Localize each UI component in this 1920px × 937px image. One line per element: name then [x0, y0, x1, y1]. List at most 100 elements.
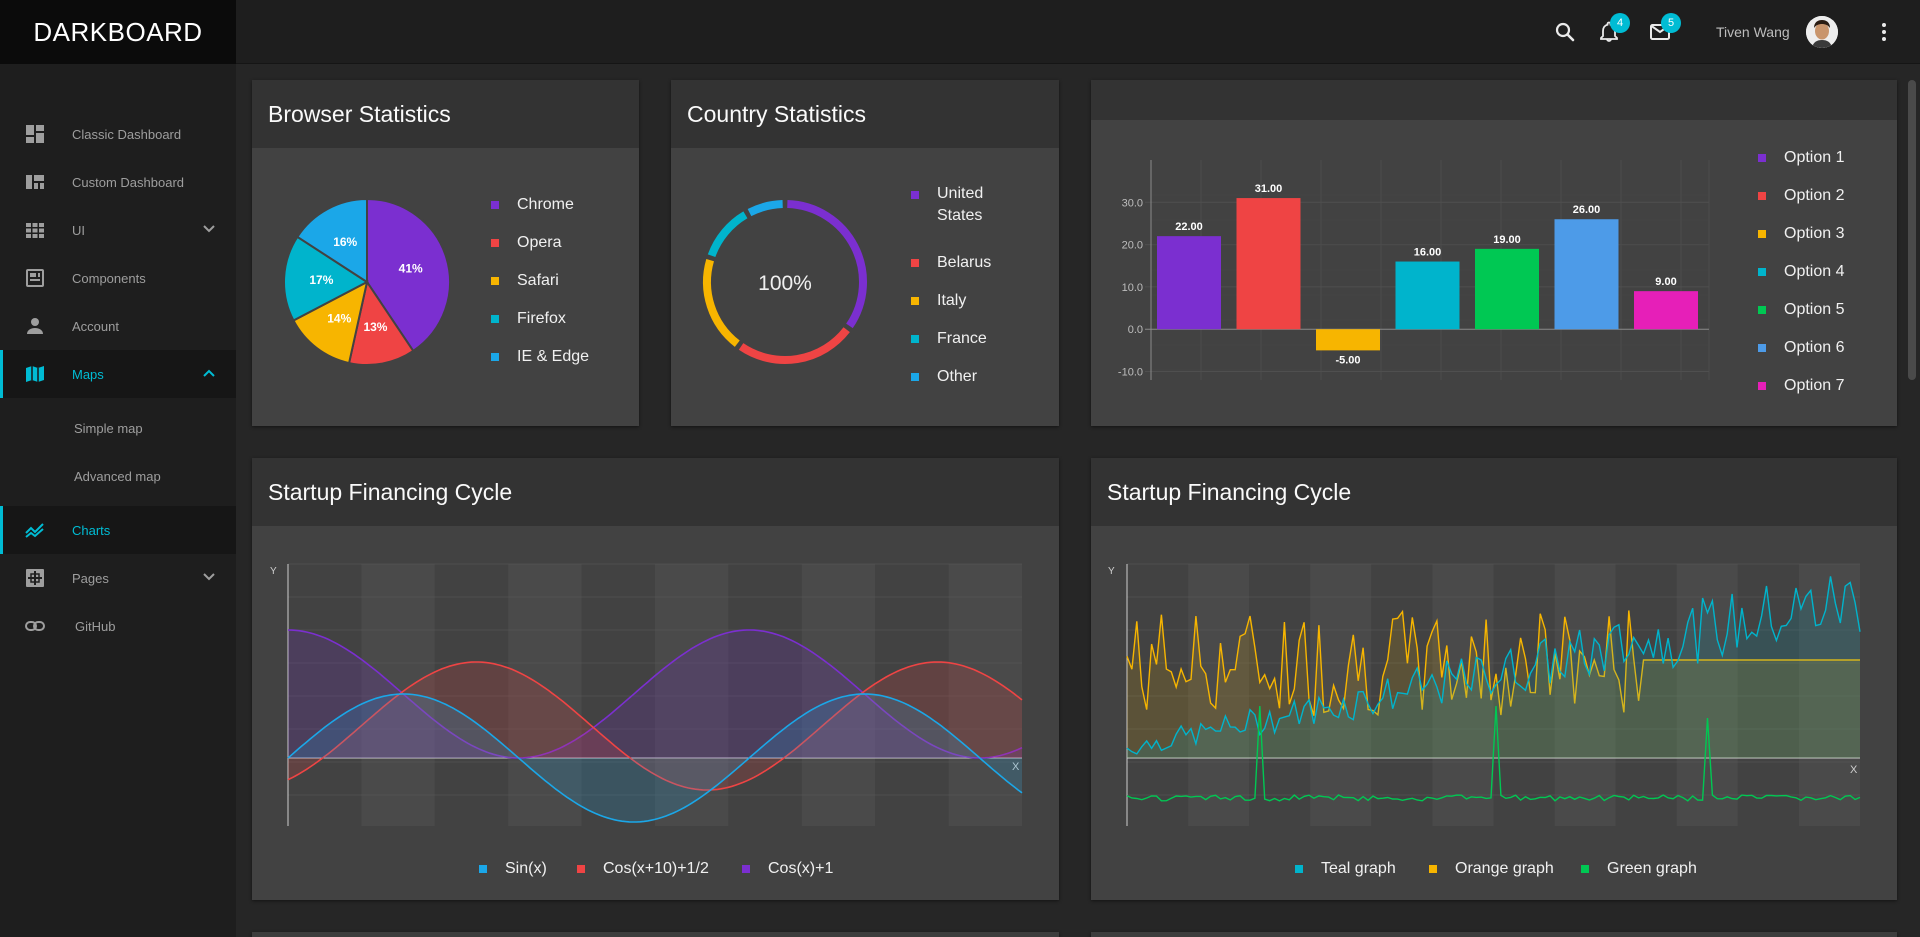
bar[interactable]: [1634, 291, 1698, 330]
legend-label: Option 2: [1784, 187, 1845, 204]
messages-badge: 5: [1661, 13, 1681, 33]
y-tick-label: -10.0: [1118, 367, 1143, 379]
page-scrollbar[interactable]: [1908, 80, 1916, 380]
pie-slice-label: 17%: [309, 273, 333, 287]
legend-label: Option 4: [1784, 263, 1845, 280]
more-vert-icon[interactable]: [1872, 20, 1896, 44]
bar[interactable]: [1475, 248, 1539, 330]
bar-chart-card: 30.0 20.0 10.0 0.0 -10.0 22.00 31.00 -5.00 16.00…: [1091, 80, 1897, 426]
legend-swatch: [1758, 382, 1766, 390]
person-icon: [25, 316, 45, 336]
x-axis-label: X: [1850, 764, 1858, 776]
legend-label: Safari: [517, 272, 559, 289]
bar-value-label: 19.00: [1493, 234, 1521, 246]
legend-label: Cos(x+10)+1/2: [603, 860, 709, 877]
sidebar-item-label: Simple map: [74, 420, 143, 436]
avatar[interactable]: [1806, 16, 1838, 48]
sidebar-item-label: Components: [72, 270, 146, 286]
sidebar-item-github[interactable]: GitHub: [0, 602, 236, 650]
sidebar-item-label: Account: [72, 318, 119, 334]
country-statistics-card: Country Statistics 100% United States Bel…: [671, 80, 1059, 426]
pie-slice-label: 41%: [399, 262, 423, 276]
donut-segment[interactable]: [703, 259, 740, 347]
map-icon: [25, 364, 45, 384]
sidebar-item-maps[interactable]: Maps: [0, 350, 236, 398]
legend-swatch: [479, 865, 487, 873]
pages-icon: [25, 568, 45, 588]
bar-value-label: 26.00: [1573, 204, 1601, 216]
legend-label: Other: [937, 368, 978, 385]
card-body: XY Teal graph Orange graph Green graph: [1091, 526, 1897, 900]
legend-swatch: [491, 315, 499, 323]
legend-label: Chrome: [517, 196, 574, 213]
legend-label: United States: [937, 185, 984, 224]
legend-swatch: [911, 259, 919, 267]
sidebar-item-classic-dashboard[interactable]: Classic Dashboard: [0, 110, 236, 158]
sidebar-item-account[interactable]: Account: [0, 302, 236, 350]
sidebar-item-label: Maps: [72, 366, 104, 382]
legend-label: Option 3: [1784, 225, 1845, 242]
financing-cycle-card-right: Startup Financing Cycle XY Teal graph Ora…: [1091, 458, 1897, 900]
legend-swatch: [911, 335, 919, 343]
bar[interactable]: [1236, 198, 1301, 330]
legend-swatch: [911, 191, 919, 199]
sidebar-item-custom-dashboard[interactable]: Custom Dashboard: [0, 158, 236, 206]
legend-swatch: [1758, 344, 1766, 352]
card-title: Country Statistics: [671, 80, 1059, 148]
grid-icon: [25, 220, 45, 240]
legend-label: Option 6: [1784, 339, 1845, 356]
legend-label: Option 1: [1784, 149, 1845, 166]
bar[interactable]: [1554, 219, 1619, 330]
brand-logo[interactable]: DARKBOARD: [0, 0, 236, 64]
bar[interactable]: [1395, 261, 1460, 330]
legend-swatch: [1581, 865, 1589, 873]
user-name[interactable]: Tiven Wang: [1716, 24, 1790, 40]
next-card-left: [252, 932, 1059, 937]
card-body: XY Sin(x) Cos(x+10)+1/2 Cos(x)+1: [252, 526, 1059, 900]
search-icon[interactable]: [1553, 20, 1577, 44]
sidebar: Classic Dashboard Custom Dashboard UI Co…: [0, 64, 236, 937]
view-quilt-icon: [25, 172, 45, 192]
bar-value-label: 9.00: [1655, 276, 1676, 288]
y-tick-label: 30.0: [1122, 197, 1143, 209]
legend-label: Teal graph: [1321, 860, 1396, 877]
legend-label: IE & Edge: [517, 348, 590, 365]
noise-area-chart: XY: [1108, 563, 1861, 826]
sidebar-item-label: Pages: [72, 570, 109, 586]
sidebar-item-label: Charts: [72, 522, 111, 538]
sidebar-item-charts[interactable]: Charts: [0, 506, 236, 554]
legend-swatch: [491, 353, 499, 361]
bar[interactable]: [1316, 329, 1380, 351]
donut-segment[interactable]: [707, 211, 748, 258]
sidebar-item-ui[interactable]: UI: [0, 206, 236, 254]
donut-segment[interactable]: [787, 200, 867, 329]
sidebar-item-simple-map[interactable]: Simple map: [0, 404, 236, 452]
bar-value-label: 31.00: [1255, 183, 1283, 195]
bar-chart: 30.0 20.0 10.0 0.0 -10.0 22.00 31.00 -5.00 16.00…: [1118, 160, 1710, 380]
legend-swatch: [1758, 230, 1766, 238]
sidebar-item-advanced-map[interactable]: Advanced map: [0, 452, 236, 500]
legend-swatch: [577, 865, 585, 873]
sidebar-item-pages[interactable]: Pages: [0, 554, 236, 602]
messages-button[interactable]: 5: [1648, 13, 1681, 44]
legend-swatch: [1429, 865, 1437, 873]
legend-swatch: [1758, 154, 1766, 162]
legend-swatch: [911, 297, 919, 305]
pie-slice-label: 13%: [363, 320, 387, 334]
legend-swatch: [1758, 306, 1766, 314]
donut-segment[interactable]: [738, 327, 850, 364]
legend-label: Belarus: [937, 254, 992, 271]
components-icon: [25, 268, 45, 288]
legend-label: Green graph: [1607, 860, 1697, 877]
notifications-button[interactable]: 4: [1597, 13, 1630, 44]
bar[interactable]: [1157, 236, 1221, 330]
legend-label: Option 5: [1784, 301, 1845, 318]
chevron-up-icon: [200, 364, 218, 382]
donut-segment[interactable]: [747, 200, 783, 217]
sidebar-item-components[interactable]: Components: [0, 254, 236, 302]
card-body: 41% 13% 14% 17% 16% Chrome Opera Safari Firefox…: [252, 148, 639, 426]
bar-value-label: -5.00: [1335, 354, 1360, 366]
y-tick-label: 20.0: [1122, 240, 1143, 252]
chevron-down-icon: [200, 568, 218, 586]
card-body: 100% United States Belarus Italy France Othe…: [671, 148, 1059, 426]
